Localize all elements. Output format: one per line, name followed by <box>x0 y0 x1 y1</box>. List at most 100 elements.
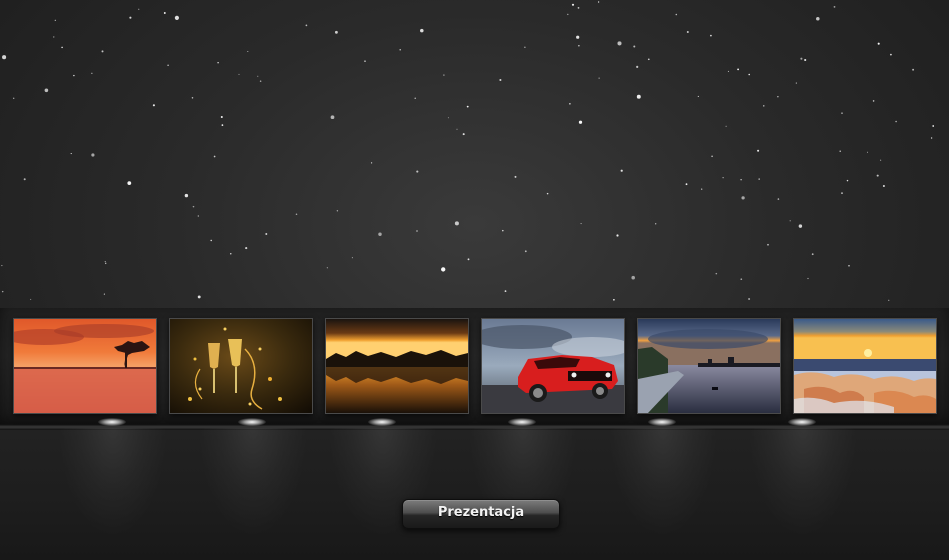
star <box>613 298 615 301</box>
spotlight-beam <box>58 428 168 538</box>
star <box>757 149 760 152</box>
star <box>197 295 201 299</box>
star <box>364 60 366 62</box>
thumbnail-river-city-dusk[interactable] <box>637 318 781 414</box>
star <box>191 97 194 99</box>
star <box>70 153 72 155</box>
shelf-light <box>368 418 396 426</box>
star <box>578 120 583 124</box>
star <box>833 5 836 8</box>
star <box>152 104 155 107</box>
star <box>882 184 885 188</box>
star <box>748 298 751 300</box>
star <box>647 58 650 61</box>
star <box>378 232 382 236</box>
star <box>129 16 132 19</box>
star <box>725 125 727 127</box>
star <box>758 178 760 180</box>
shelf-light <box>238 418 266 426</box>
star <box>546 192 549 195</box>
star <box>416 170 419 173</box>
star <box>247 50 249 53</box>
star <box>848 265 850 267</box>
star <box>741 196 745 200</box>
star <box>163 12 166 14</box>
star <box>912 68 915 71</box>
star <box>807 277 809 280</box>
star <box>295 213 298 215</box>
star <box>617 41 622 46</box>
star <box>789 220 791 222</box>
star <box>1 290 4 293</box>
star <box>846 179 849 182</box>
star <box>524 250 527 253</box>
star <box>399 48 401 51</box>
star <box>334 30 338 34</box>
star <box>569 103 571 105</box>
spotlight-beam <box>748 428 858 538</box>
star <box>795 82 797 84</box>
star <box>447 117 449 119</box>
star <box>686 30 689 34</box>
gallery-stage: Prezentacja <box>0 0 949 560</box>
star <box>370 162 373 164</box>
thumbnail-red-mustang-car[interactable] <box>481 318 625 414</box>
presentation-button[interactable]: Prezentacja <box>402 499 560 529</box>
star <box>816 16 820 21</box>
star <box>804 58 807 62</box>
star <box>895 120 897 123</box>
star <box>740 278 743 281</box>
star <box>213 155 216 158</box>
star <box>631 275 635 280</box>
star <box>138 8 140 10</box>
star <box>701 188 703 190</box>
star <box>53 36 55 38</box>
star <box>23 178 26 181</box>
star <box>221 124 224 126</box>
star <box>567 13 569 16</box>
winter-beach-image <box>794 319 936 413</box>
star <box>174 15 179 20</box>
star <box>880 159 882 161</box>
star <box>740 178 742 181</box>
star <box>305 24 308 27</box>
star <box>326 267 328 269</box>
star <box>257 75 259 77</box>
star <box>441 267 446 272</box>
star <box>767 243 769 246</box>
champagne-image <box>170 319 312 413</box>
star <box>30 298 32 300</box>
star <box>636 94 641 99</box>
star <box>930 137 933 139</box>
star <box>636 65 639 68</box>
thumbnail-lake-sunset-tree[interactable] <box>13 318 157 414</box>
star <box>127 181 132 185</box>
sunset-forest-image <box>326 319 468 413</box>
star <box>839 150 841 152</box>
star <box>230 253 232 255</box>
shelf-light <box>788 418 816 426</box>
star <box>259 80 262 82</box>
thumbnail-champagne-glasses[interactable] <box>169 318 313 414</box>
star <box>101 50 104 53</box>
star <box>841 192 843 194</box>
star <box>620 169 623 172</box>
star <box>504 290 507 292</box>
star <box>711 155 713 158</box>
thumbnail-winter-beach-sunset[interactable] <box>793 318 937 414</box>
star <box>238 73 240 75</box>
star <box>184 193 189 198</box>
star <box>103 293 105 295</box>
star <box>580 223 582 225</box>
star <box>462 133 465 136</box>
presentation-button-label: Prezentacja <box>437 505 525 520</box>
star <box>890 53 892 56</box>
star <box>265 233 268 235</box>
thumbnail-sunset-reflection-forest[interactable] <box>325 318 469 414</box>
star <box>104 262 107 265</box>
shelf-light <box>508 418 536 426</box>
star <box>414 97 416 99</box>
star <box>800 57 803 60</box>
star <box>616 234 619 237</box>
star <box>73 74 75 77</box>
